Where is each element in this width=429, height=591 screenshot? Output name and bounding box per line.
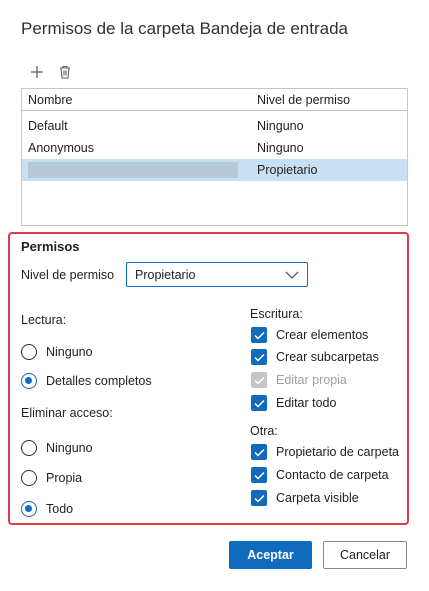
checkbox-create-subfolders[interactable] bbox=[251, 349, 267, 365]
checkbox-folder-owner-label: Propietario de carpeta bbox=[276, 445, 399, 459]
radio-delete-none-label: Ninguno bbox=[46, 441, 93, 455]
cancel-button[interactable]: Cancelar bbox=[323, 541, 407, 569]
trash-icon[interactable] bbox=[56, 63, 74, 81]
chevron-down-icon bbox=[285, 271, 299, 279]
column-header-name: Nombre bbox=[28, 93, 73, 107]
checkbox-folder-visible-label: Carpeta visible bbox=[276, 491, 359, 505]
row-level: Ninguno bbox=[257, 141, 304, 155]
row-name: Default bbox=[28, 119, 68, 133]
permission-level-label: Nivel de permiso bbox=[21, 268, 115, 282]
checkbox-edit-all-label: Editar todo bbox=[276, 396, 337, 410]
permissions-table: Nombre Nivel de permiso Default Ninguno … bbox=[21, 88, 408, 226]
checkbox-edit-own bbox=[251, 372, 267, 388]
checkbox-folder-owner[interactable] bbox=[251, 444, 267, 460]
checkbox-folder-contact-label: Contacto de carpeta bbox=[276, 468, 389, 482]
delete-label: Eliminar acceso: bbox=[21, 406, 113, 420]
check-icon bbox=[253, 331, 265, 340]
header-divider bbox=[22, 110, 407, 111]
read-label: Lectura: bbox=[21, 313, 67, 327]
radio-read-full-details-label: Detalles completos bbox=[46, 374, 152, 388]
table-row[interactable]: Default Ninguno bbox=[22, 115, 407, 137]
table-row[interactable]: Anonymous Ninguno bbox=[22, 137, 407, 159]
column-header-level: Nivel de permiso bbox=[257, 93, 351, 107]
radio-delete-own[interactable] bbox=[21, 470, 37, 486]
check-icon bbox=[253, 353, 265, 362]
row-name: Anonymous bbox=[28, 141, 95, 155]
radio-read-none-label: Ninguno bbox=[46, 345, 93, 359]
permissions-heading: Permisos bbox=[21, 239, 80, 254]
check-icon bbox=[253, 448, 265, 457]
write-label: Escritura: bbox=[250, 307, 303, 321]
checkbox-create-subfolders-label: Crear subcarpetas bbox=[276, 350, 379, 364]
plus-icon[interactable] bbox=[28, 63, 46, 81]
checkbox-folder-contact[interactable] bbox=[251, 467, 267, 483]
redacted-name bbox=[28, 162, 238, 178]
table-header-row: Nombre Nivel de permiso bbox=[22, 89, 407, 111]
accept-button[interactable]: Aceptar bbox=[229, 541, 312, 569]
other-label: Otra: bbox=[250, 424, 278, 438]
check-icon bbox=[253, 494, 265, 503]
checkbox-create-items-label: Crear elementos bbox=[276, 328, 369, 342]
permission-level-value: Propietario bbox=[135, 268, 196, 282]
check-icon bbox=[253, 471, 265, 480]
checkbox-edit-all[interactable] bbox=[251, 395, 267, 411]
permission-level-select[interactable]: Propietario bbox=[126, 262, 308, 287]
radio-read-none[interactable] bbox=[21, 344, 37, 360]
check-icon bbox=[253, 376, 265, 385]
dialog-title: Permisos de la carpeta Bandeja de entrad… bbox=[21, 19, 348, 38]
checkbox-edit-own-label: Editar propia bbox=[276, 373, 347, 387]
checkbox-folder-visible[interactable] bbox=[251, 490, 267, 506]
radio-delete-own-label: Propia bbox=[46, 471, 83, 485]
row-level: Ninguno bbox=[257, 119, 304, 133]
radio-delete-all[interactable] bbox=[21, 501, 37, 517]
radio-delete-none[interactable] bbox=[21, 440, 37, 456]
checkbox-create-items[interactable] bbox=[251, 327, 267, 343]
row-level: Propietario bbox=[257, 163, 318, 177]
table-row-selected[interactable]: Propietario bbox=[22, 159, 407, 181]
radio-delete-all-label: Todo bbox=[46, 502, 74, 516]
check-icon bbox=[253, 399, 265, 408]
radio-read-full-details[interactable] bbox=[21, 373, 37, 389]
